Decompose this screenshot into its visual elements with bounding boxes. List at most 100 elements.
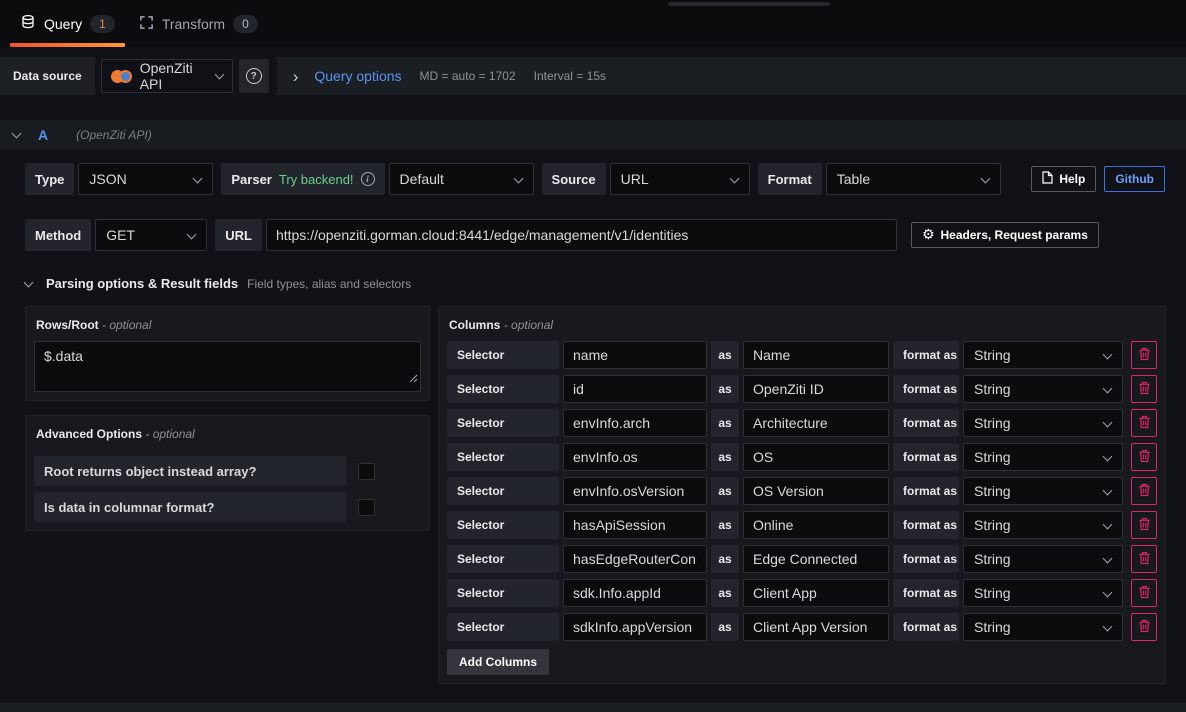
chevron-right-icon[interactable]: › bbox=[293, 68, 299, 85]
column-row: Selector as format as String bbox=[447, 477, 1157, 505]
pane-resize-handle[interactable] bbox=[668, 2, 830, 6]
selector-input[interactable] bbox=[563, 409, 707, 437]
query-options-toggle[interactable]: Query options bbox=[314, 68, 401, 84]
selector-input[interactable] bbox=[563, 511, 707, 539]
chevron-down-icon bbox=[1103, 384, 1113, 394]
alias-input[interactable] bbox=[743, 443, 889, 471]
url-input[interactable] bbox=[266, 219, 897, 251]
delete-column-button[interactable] bbox=[1131, 443, 1157, 471]
alias-input[interactable] bbox=[743, 579, 889, 607]
column-format-select[interactable]: String bbox=[963, 545, 1123, 573]
type-select[interactable]: JSON bbox=[78, 163, 213, 195]
selector-label: Selector bbox=[447, 409, 559, 437]
as-label: as bbox=[711, 545, 739, 573]
headers-button-label: Headers, Request params bbox=[941, 228, 1088, 242]
alias-input[interactable] bbox=[743, 613, 889, 641]
alias-input[interactable] bbox=[743, 545, 889, 573]
github-button[interactable]: Github bbox=[1104, 166, 1165, 192]
tab-transform-label: Transform bbox=[162, 16, 225, 32]
parsing-section-header[interactable]: Parsing options & Result fields Field ty… bbox=[25, 276, 1165, 291]
delete-column-button[interactable] bbox=[1131, 579, 1157, 607]
add-columns-button[interactable]: Add Columns bbox=[447, 649, 549, 675]
selector-input[interactable] bbox=[563, 375, 707, 403]
query-datasource-hint: (OpenZiti API) bbox=[76, 128, 152, 142]
format-as-label: format as bbox=[893, 613, 959, 641]
alias-input[interactable] bbox=[743, 409, 889, 437]
format-as-label: format as bbox=[893, 511, 959, 539]
columns-rows: Selector as format as String Selector as… bbox=[447, 341, 1157, 641]
alias-input[interactable] bbox=[743, 477, 889, 505]
delete-column-button[interactable] bbox=[1131, 545, 1157, 573]
format-select[interactable]: Table bbox=[826, 163, 1001, 195]
parsing-section-title: Parsing options & Result fields bbox=[46, 276, 238, 291]
source-select-value: URL bbox=[621, 171, 649, 187]
method-select[interactable]: GET bbox=[95, 219, 207, 251]
datasource-picker[interactable]: OpenZiti API bbox=[101, 59, 233, 93]
chevron-down-icon bbox=[1103, 452, 1113, 462]
column-format-select[interactable]: String bbox=[963, 409, 1123, 437]
column-format-select[interactable]: String bbox=[963, 511, 1123, 539]
selector-input[interactable] bbox=[563, 477, 707, 505]
column-row: Selector as format as String bbox=[447, 579, 1157, 607]
selector-input[interactable] bbox=[563, 545, 707, 573]
datasource-logo-icon bbox=[111, 70, 132, 83]
parser-select[interactable]: Default bbox=[389, 163, 534, 195]
doc-buttons: Help Github bbox=[1031, 166, 1165, 192]
format-as-label: format as bbox=[893, 443, 959, 471]
collapse-chevron-icon[interactable] bbox=[12, 129, 22, 139]
column-format-select[interactable]: String bbox=[963, 443, 1123, 471]
column-format-select[interactable]: String bbox=[963, 477, 1123, 505]
url-group: URL bbox=[215, 219, 897, 251]
column-format-value: String bbox=[974, 381, 1011, 397]
columnar-format-checkbox[interactable] bbox=[358, 499, 375, 516]
datasource-name: OpenZiti API bbox=[140, 60, 208, 92]
delete-column-button[interactable] bbox=[1131, 409, 1157, 437]
advanced-options-label: Advanced Options bbox=[36, 427, 142, 441]
selector-input[interactable] bbox=[563, 341, 707, 369]
delete-column-button[interactable] bbox=[1131, 613, 1157, 641]
selector-input[interactable] bbox=[563, 443, 707, 471]
gear-icon: ⚙ bbox=[922, 228, 935, 242]
alias-input[interactable] bbox=[743, 511, 889, 539]
selector-input[interactable] bbox=[563, 579, 707, 607]
column-format-select[interactable]: String bbox=[963, 375, 1123, 403]
collapse-chevron-icon[interactable] bbox=[24, 277, 34, 287]
source-select[interactable]: URL bbox=[610, 163, 750, 195]
column-format-select[interactable]: String bbox=[963, 579, 1123, 607]
selector-label: Selector bbox=[447, 613, 559, 641]
parser-group: Parser Try backend! i Default bbox=[221, 163, 533, 195]
column-format-select[interactable]: String bbox=[963, 613, 1123, 641]
parser-select-value: Default bbox=[400, 171, 444, 187]
delete-column-button[interactable] bbox=[1131, 341, 1157, 369]
format-select-value: Table bbox=[837, 171, 870, 187]
format-group: Format Table bbox=[758, 163, 1001, 195]
query-row-header[interactable]: A (OpenZiti API) bbox=[0, 120, 1186, 150]
editor-tab-bar: Query 1 Transform 0 bbox=[0, 0, 1186, 47]
datasource-help-button[interactable]: ? bbox=[239, 59, 269, 93]
columns-optional: - optional bbox=[504, 318, 553, 332]
alias-input[interactable] bbox=[743, 375, 889, 403]
rows-root-textarea[interactable]: $.data bbox=[34, 341, 421, 392]
delete-column-button[interactable] bbox=[1131, 477, 1157, 505]
selector-input[interactable] bbox=[563, 613, 707, 641]
source-group: Source URL bbox=[542, 163, 750, 195]
chevron-down-icon bbox=[1103, 418, 1113, 428]
advanced-options-optional: - optional bbox=[145, 427, 194, 441]
info-circle-icon[interactable]: i bbox=[361, 172, 375, 186]
tab-query[interactable]: Query 1 bbox=[8, 0, 127, 47]
method-select-value: GET bbox=[106, 227, 135, 243]
root-returns-object-checkbox[interactable] bbox=[358, 463, 375, 480]
help-button-label: Help bbox=[1059, 172, 1085, 186]
alias-input[interactable] bbox=[743, 341, 889, 369]
as-label: as bbox=[711, 579, 739, 607]
chevron-down-icon bbox=[980, 174, 990, 184]
trash-icon bbox=[1138, 585, 1151, 602]
headers-request-params-button[interactable]: ⚙ Headers, Request params bbox=[911, 222, 1099, 248]
chevron-down-icon bbox=[214, 69, 224, 79]
delete-column-button[interactable] bbox=[1131, 375, 1157, 403]
delete-column-button[interactable] bbox=[1131, 511, 1157, 539]
help-button[interactable]: Help bbox=[1031, 166, 1096, 192]
column-format-select[interactable]: String bbox=[963, 341, 1123, 369]
tab-transform[interactable]: Transform 0 bbox=[127, 0, 270, 47]
selector-label: Selector bbox=[447, 375, 559, 403]
